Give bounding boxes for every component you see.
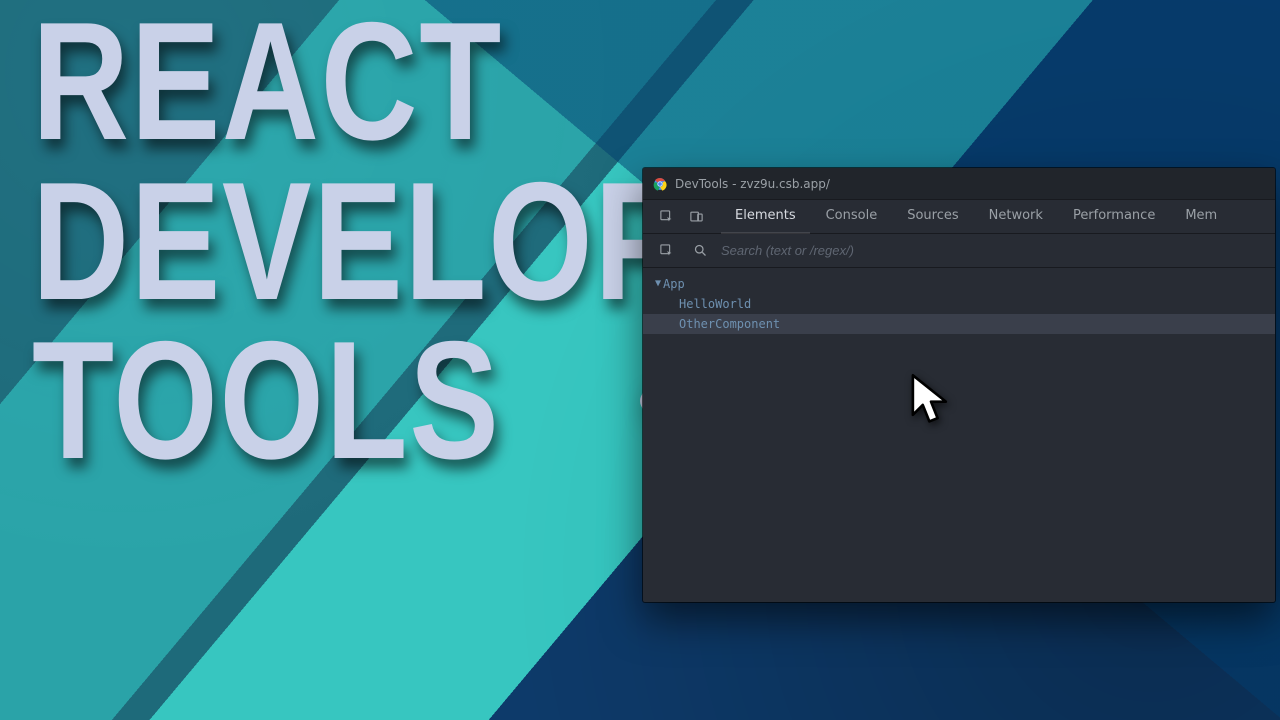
window-title: DevTools - zvz9u.csb.app/ [675,177,830,191]
select-component-icon[interactable] [653,238,679,264]
tree-node-label: OtherComponent [679,314,780,334]
tree-node-othercomponent[interactable]: OtherComponent [643,314,1275,334]
component-tree: ▼ App HelloWorld OtherComponent [643,268,1275,340]
tree-node-app[interactable]: ▼ App [643,274,1275,294]
search-icon [687,238,713,264]
tab-memory[interactable]: Mem [1171,200,1231,234]
tab-sources[interactable]: Sources [893,200,972,234]
headline-line-3: TOOLS [32,321,501,481]
component-search-input[interactable] [721,243,1121,258]
device-toolbar-icon[interactable] [683,204,709,230]
headline-line-1: REACT [32,2,875,162]
tab-performance[interactable]: Performance [1059,200,1169,234]
devtools-tabbar: Elements Console Sources Network Perform… [643,200,1275,234]
tree-node-label: App [663,274,685,294]
chrome-icon [653,177,667,191]
tab-network[interactable]: Network [975,200,1057,234]
tab-elements[interactable]: Elements [721,200,810,234]
tree-node-helloworld[interactable]: HelloWorld [643,294,1275,314]
caret-down-icon: ▼ [655,274,661,294]
titlebar[interactable]: DevTools - zvz9u.csb.app/ [643,168,1275,200]
component-searchbar [643,234,1275,268]
inspect-element-icon[interactable] [653,204,679,230]
tab-console[interactable]: Console [812,200,892,234]
devtools-window: DevTools - zvz9u.csb.app/ Elements Conso… [643,168,1275,602]
tree-node-label: HelloWorld [679,294,751,314]
